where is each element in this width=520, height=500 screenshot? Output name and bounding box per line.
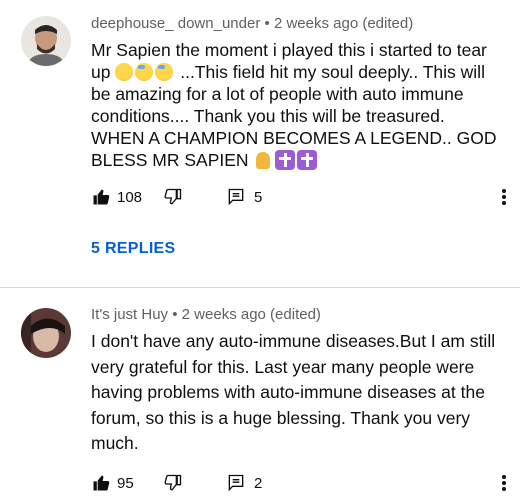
like-button[interactable]: 95 <box>91 471 134 495</box>
like-count: 95 <box>117 474 134 492</box>
comment-meta: It's just Huy • 2 weeks ago (edited) <box>91 306 321 323</box>
comment-reply-icon <box>228 474 244 492</box>
comment-line: having problems with auto-immune disease… <box>91 382 485 402</box>
meta-separator: • <box>172 306 178 323</box>
thumbs-up-icon <box>93 475 110 491</box>
dislike-button[interactable] <box>163 471 183 495</box>
reply-count: 2 <box>254 474 263 492</box>
comment-2: It's just Huy • 2 weeks ago (edited) I d… <box>0 0 520 500</box>
thumbs-down-icon <box>164 474 182 491</box>
more-options-button[interactable] <box>497 471 511 495</box>
comment-line: much. <box>91 433 139 453</box>
author-name[interactable]: It's just Huy <box>91 306 168 323</box>
avatar[interactable] <box>21 308 71 358</box>
comment-text: I don't have any auto-immune diseases.Bu… <box>91 329 506 457</box>
comment-line: I don't have any auto-immune diseases.Bu… <box>91 331 496 351</box>
reply-button[interactable]: 2 <box>226 471 262 495</box>
more-vert-icon <box>502 475 506 491</box>
comment-line: very grateful for this. Last year many p… <box>91 356 475 377</box>
comment-line: forum, so this is a huge blessing. Thank… <box>91 407 471 428</box>
comment-actions: 95 2 <box>91 471 511 495</box>
comment-age: 2 weeks ago (edited) <box>181 306 321 323</box>
